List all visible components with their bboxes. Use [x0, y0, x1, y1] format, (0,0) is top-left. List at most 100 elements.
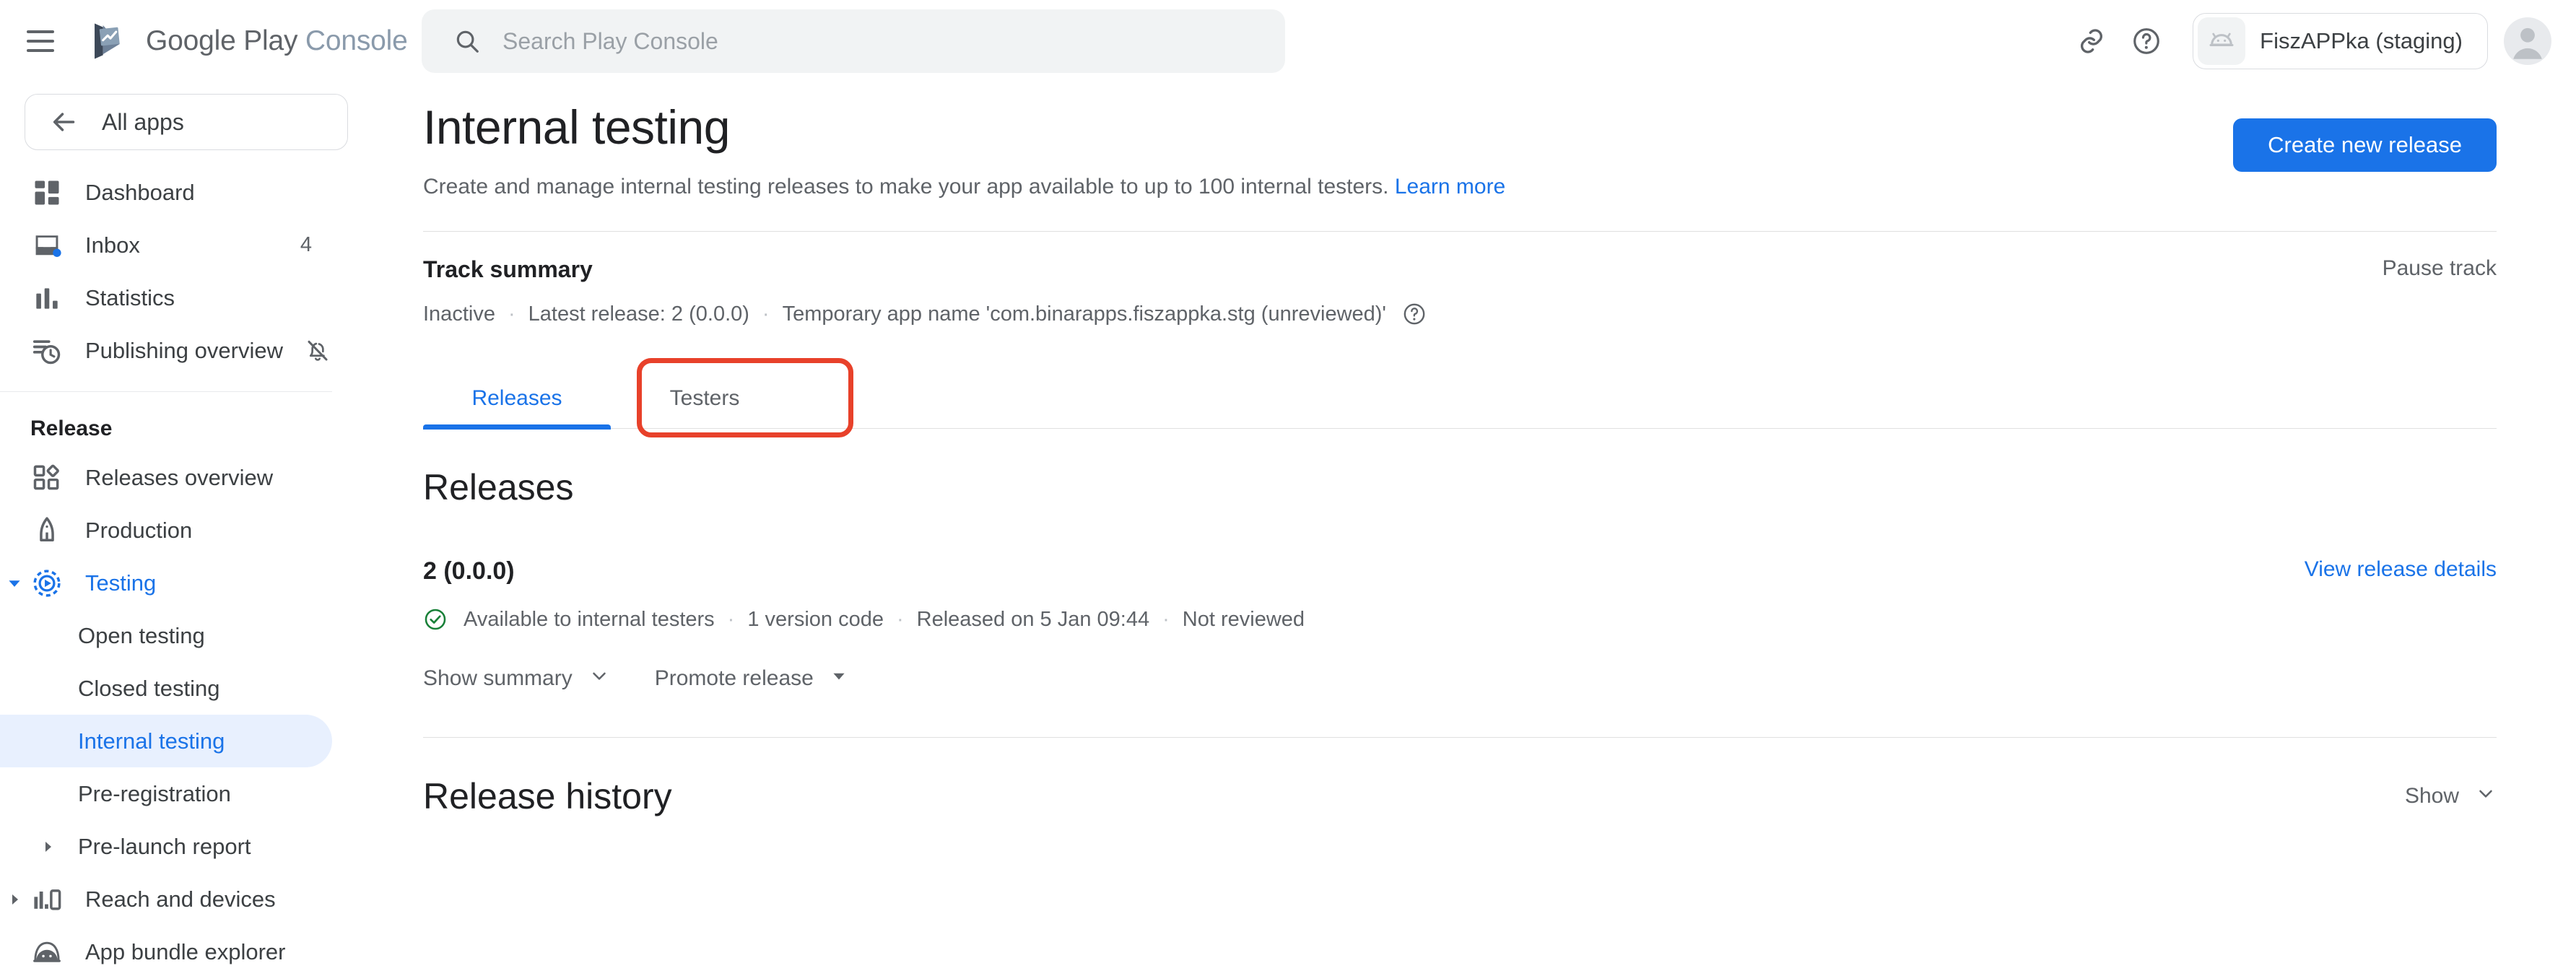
sidebar-item-label: Pre-launch report [78, 833, 251, 859]
sidebar-item-label: Inbox [85, 232, 140, 258]
release-history-section: Release history Show [423, 775, 2497, 817]
separator-dot: · [727, 607, 735, 631]
release-released-on: Released on 5 Jan 09:44 [916, 607, 1150, 631]
view-release-details-link[interactable]: View release details [2305, 557, 2497, 582]
show-summary-button[interactable]: Show summary [423, 665, 610, 692]
sidebar-item-dashboard[interactable]: Dashboard [0, 166, 332, 219]
help-circle-icon[interactable] [1402, 302, 1427, 326]
sidebar-nav: All apps Dashboard Inbox 4 Statistics Pu… [0, 82, 373, 976]
rocket-icon [30, 514, 64, 547]
sidebar-item-closed-testing[interactable]: Closed testing [0, 662, 332, 715]
page-description-text: Create and manage internal testing relea… [423, 175, 1389, 199]
tab-releases[interactable]: Releases [423, 368, 611, 430]
sidebar-item-label: Reach and devices [85, 886, 276, 912]
chevron-right-icon[interactable] [38, 837, 58, 857]
brand-console: Console [305, 25, 408, 56]
reach-devices-icon [30, 883, 64, 916]
chevron-down-icon [588, 665, 610, 692]
sidebar-item-releases-overview[interactable]: Releases overview [0, 451, 332, 504]
app-selector-chip[interactable]: FiszAPPka (staging) [2193, 13, 2488, 69]
sidebar-item-label: Internal testing [78, 728, 225, 754]
testing-play-icon [30, 567, 64, 600]
release-review-state: Not reviewed [1182, 607, 1305, 631]
sidebar-item-label: Publishing overview [85, 337, 283, 363]
search-icon [456, 30, 479, 53]
sidebar-item-reach-and-devices[interactable]: Reach and devices [0, 873, 332, 925]
separator-dot: · [508, 302, 515, 326]
android-head-icon [2198, 17, 2246, 65]
search-input[interactable] [502, 27, 1188, 55]
promote-release-label: Promote release [654, 666, 814, 690]
release-card: 2 (0.0.0) View release details Available… [423, 557, 2497, 692]
track-status: Inactive [423, 302, 495, 326]
sidebar-item-testing[interactable]: Testing [0, 557, 332, 609]
user-avatar-icon[interactable] [2504, 17, 2551, 65]
tab-testers[interactable]: Testers [611, 368, 799, 429]
sidebar-item-label: Open testing [78, 622, 205, 648]
pause-track-button[interactable]: Pause track [2383, 256, 2497, 281]
show-summary-label: Show summary [423, 666, 573, 690]
play-console-logo-icon [95, 23, 120, 59]
release-status-row: Available to internal testers · 1 versio… [423, 607, 2497, 632]
releases-heading: Releases [423, 467, 574, 507]
top-bar-actions: FiszAPPka (staging) [2064, 0, 2551, 82]
brand-text: Google Play Console [146, 25, 408, 57]
chevron-expanded-icon[interactable] [4, 573, 25, 593]
track-summary-heading: Track summary [423, 256, 593, 282]
release-history-show-button[interactable]: Show [2405, 783, 2497, 810]
promote-release-button[interactable]: Promote release [655, 666, 848, 691]
sidebar-item-production[interactable]: Production [0, 504, 332, 557]
sidebar-item-open-testing[interactable]: Open testing [0, 609, 332, 662]
sidebar-item-label: App bundle explorer [85, 938, 286, 964]
track-temp-app-name: Temporary app name 'com.binarapps.fiszap… [782, 302, 1386, 326]
sidebar-item-label: Testing [85, 570, 157, 596]
track-tabs: Releases Testers [423, 358, 2497, 437]
show-label: Show [2404, 784, 2459, 808]
create-new-release-button[interactable]: Create new release [2233, 118, 2497, 172]
tab-label: Releases [471, 386, 562, 410]
track-latest-release: Latest release: 2 (0.0.0) [528, 302, 749, 326]
sidebar-item-internal-testing[interactable]: Internal testing [0, 715, 332, 767]
release-version: 2 (0.0.0) [423, 557, 515, 585]
arrow-left-icon [53, 113, 75, 131]
release-section-divider [423, 737, 2497, 738]
link-icon[interactable] [2064, 14, 2119, 69]
top-app-bar: Google Play Console Search Play Console … [0, 0, 2576, 82]
page-title: Internal testing [423, 100, 730, 154]
separator-dot: · [762, 302, 770, 326]
releases-overview-icon [30, 461, 64, 494]
play-console-app: Google Play Console Search Play Console … [0, 0, 2576, 976]
release-status-text: Available to internal testers [464, 607, 715, 631]
main-content: Internal testing Create and manage inter… [373, 82, 2576, 976]
search-bar[interactable] [422, 9, 1285, 73]
learn-more-link[interactable]: Learn more [1395, 175, 1505, 199]
sidebar-item-publishing-overview[interactable]: Publishing overview [0, 324, 332, 377]
sidebar-item-pre-launch-report[interactable]: Pre-launch report [0, 820, 332, 873]
inbox-icon [30, 229, 64, 262]
sidebar-section-release-label: Release [30, 417, 113, 440]
sidebar-item-app-bundle-explorer[interactable]: App bundle explorer [0, 925, 332, 976]
track-summary-text: Track summary Inactive · Latest release:… [423, 256, 1427, 326]
check-circle-icon [423, 607, 448, 632]
sidebar-item-pre-registration[interactable]: Pre-registration [0, 767, 332, 820]
bell-off-icon[interactable] [305, 336, 331, 365]
sidebar-item-label: Statistics [85, 284, 175, 310]
release-version-codes: 1 version code [747, 607, 884, 631]
release-history-heading: Release history [423, 776, 672, 816]
sidebar-all-apps-button[interactable]: All apps [25, 94, 348, 150]
page-header-text: Internal testing Create and manage inter… [423, 100, 1505, 199]
dashboard-icon [30, 176, 64, 209]
app-chip-label: FiszAPPka (staging) [2260, 28, 2463, 53]
sidebar-item-inbox[interactable]: Inbox 4 [0, 219, 332, 271]
brand-google-play: Google Play [146, 25, 298, 56]
sidebar-item-label: Production [85, 517, 193, 543]
chevron-right-icon[interactable] [4, 889, 25, 910]
hamburger-menu-icon[interactable] [20, 21, 61, 61]
help-circle-icon[interactable] [2119, 14, 2174, 69]
sidebar-item-statistics[interactable]: Statistics [0, 271, 332, 324]
page-description: Create and manage internal testing relea… [423, 175, 1505, 199]
release-card-header: 2 (0.0.0) View release details [423, 557, 2497, 585]
google-play-console-logo[interactable]: Google Play Console [88, 19, 408, 64]
app-bundle-icon [30, 936, 64, 969]
track-summary-meta: Inactive · Latest release: 2 (0.0.0) · T… [423, 302, 1427, 326]
